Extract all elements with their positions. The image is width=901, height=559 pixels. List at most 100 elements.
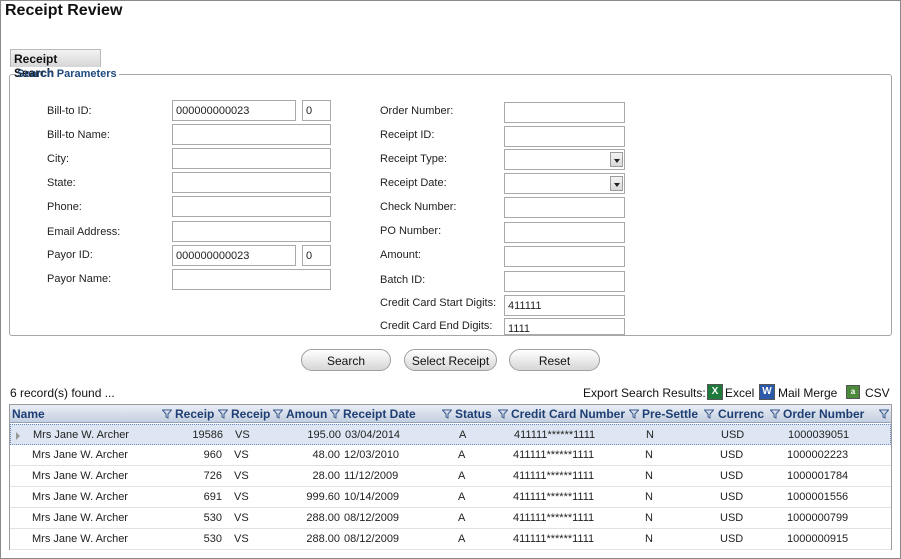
receipt-date-label: Receipt Date: <box>380 177 447 189</box>
phone-label: Phone: <box>47 201 82 213</box>
cell-amount: 28.00 <box>312 470 340 482</box>
export-label: Export Search Results: <box>583 386 706 400</box>
cell-receipt-type: VS <box>234 491 249 503</box>
cell-receipt-date: 03/04/2014 <box>345 429 401 441</box>
filter-icon[interactable] <box>498 409 508 419</box>
filter-icon[interactable] <box>330 409 340 419</box>
phone-input[interactable] <box>172 196 331 217</box>
col-header-receipt-date[interactable]: Receipt Date <box>343 407 438 421</box>
cell-receipt-id: 691 <box>203 491 222 503</box>
col-header-receipt-type[interactable]: Receip <box>231 407 271 421</box>
col-header-currency[interactable]: Currenc <box>718 407 770 421</box>
cell-order-number: 1000039051 <box>788 429 850 441</box>
cell-receipt-type: VS <box>234 512 249 524</box>
city-label: City: <box>47 153 69 165</box>
cell-receipt-id: 960 <box>203 449 222 461</box>
csv-icon[interactable]: a <box>846 385 860 399</box>
cell-pre-settle: N <box>645 533 653 545</box>
results-grid: Name Receip Receip Amoun Receipt Date St… <box>9 404 892 550</box>
cell-credit-card: 411111******1111 <box>513 449 595 461</box>
city-input[interactable] <box>172 148 331 169</box>
cell-receipt-date: 08/12/2009 <box>344 512 400 524</box>
cell-receipt-date: 11/12/2009 <box>344 470 399 482</box>
cell-currency: USD <box>720 533 744 545</box>
cell-order-number: 1000002223 <box>787 449 849 461</box>
col-header-credit-card[interactable]: Credit Card Number <box>511 407 626 421</box>
chevron-down-icon[interactable] <box>610 152 623 167</box>
word-icon[interactable]: W <box>759 384 775 400</box>
order-number-label: Order Number: <box>380 105 454 117</box>
payor-id-sub-input[interactable]: 0 <box>302 245 331 266</box>
col-header-name[interactable]: Name <box>12 407 162 421</box>
table-row[interactable]: Mrs Jane W. Archer 691 VS 999.60 10/14/2… <box>10 487 891 508</box>
payor-name-input[interactable] <box>172 269 331 290</box>
cell-amount: 48.00 <box>312 449 340 461</box>
bill-to-name-input[interactable] <box>172 124 331 145</box>
bill-to-id-input[interactable]: 000000000023 <box>172 100 296 121</box>
table-row[interactable]: Mrs Jane W. Archer 19586 VS 195.00 03/04… <box>10 424 891 445</box>
check-number-input[interactable] <box>504 197 625 218</box>
filter-icon[interactable] <box>629 409 639 419</box>
receipt-date-select[interactable] <box>504 173 625 194</box>
cell-currency: USD <box>720 512 744 524</box>
tab-receipt-search[interactable]: Receipt Search <box>10 49 101 80</box>
filter-icon[interactable] <box>162 409 172 419</box>
table-row[interactable]: Mrs Jane W. Archer 960 VS 48.00 12/03/20… <box>10 445 891 466</box>
email-address-input[interactable] <box>172 221 331 242</box>
cell-amount: 195.00 <box>307 429 341 441</box>
receipt-type-label: Receipt Type: <box>380 153 448 165</box>
state-input[interactable] <box>172 172 331 193</box>
bill-to-name-label: Bill-to Name: <box>47 129 110 141</box>
po-number-label: PO Number: <box>380 225 442 237</box>
cell-receipt-id: 530 <box>203 533 222 545</box>
cell-pre-settle: N <box>645 449 653 461</box>
order-number-input[interactable] <box>504 102 625 123</box>
cc-start-digits-label: Credit Card Start Digits: <box>380 297 497 309</box>
excel-icon[interactable]: X <box>707 384 723 400</box>
cell-order-number: 1000000915 <box>787 533 849 545</box>
chevron-down-icon[interactable] <box>610 176 623 191</box>
cc-end-digits-input[interactable]: 1111 <box>504 318 625 335</box>
col-header-amount[interactable]: Amoun <box>286 407 328 421</box>
export-csv-link[interactable]: CSV <box>865 386 890 400</box>
table-row[interactable]: Mrs Jane W. Archer 726 VS 28.00 11/12/20… <box>10 466 891 487</box>
filter-icon[interactable] <box>770 409 780 419</box>
cc-start-digits-input[interactable]: 411111 <box>504 295 625 316</box>
col-header-order-number[interactable]: Order Number <box>783 407 873 421</box>
cell-name: Mrs Jane W. Archer <box>32 491 128 503</box>
table-row[interactable]: Mrs Jane W. Archer 530 VS 288.00 08/12/2… <box>10 508 891 529</box>
cell-receipt-type: VS <box>234 533 249 545</box>
cell-credit-card: 411111******1111 <box>514 429 596 441</box>
cell-receipt-date: 12/03/2010 <box>344 449 400 461</box>
cell-credit-card: 411111******1111 <box>513 533 595 545</box>
filter-icon[interactable] <box>442 409 452 419</box>
cell-status: A <box>458 533 466 545</box>
state-label: State: <box>47 177 76 189</box>
cell-credit-card: 411111******1111 <box>513 470 595 482</box>
col-header-status[interactable]: Status <box>455 407 495 421</box>
email-address-label: Email Address: <box>47 226 121 238</box>
payor-id-input[interactable]: 000000000023 <box>172 245 296 266</box>
search-button[interactable]: Search <box>301 349 391 371</box>
export-mail-merge-link[interactable]: Mail Merge <box>778 386 837 400</box>
po-number-input[interactable] <box>504 222 625 243</box>
filter-icon[interactable] <box>218 409 228 419</box>
receipt-id-input[interactable] <box>504 126 625 147</box>
batch-id-input[interactable] <box>504 271 625 292</box>
cell-order-number: 1000000799 <box>787 512 849 524</box>
export-excel-link[interactable]: Excel <box>725 386 754 400</box>
bill-to-id-sub-input[interactable]: 0 <box>302 100 331 121</box>
amount-input[interactable] <box>504 246 625 267</box>
cell-order-number: 1000001784 <box>787 470 849 482</box>
cell-credit-card: 411111******1111 <box>513 491 595 503</box>
filter-icon[interactable] <box>879 409 889 419</box>
col-header-pre-settle[interactable]: Pre-Settle <box>642 407 702 421</box>
filter-icon[interactable] <box>704 409 714 419</box>
receipt-type-select[interactable] <box>504 149 625 170</box>
col-header-receipt-id[interactable]: Receip <box>175 407 215 421</box>
reset-button[interactable]: Reset <box>509 349 600 371</box>
grid-header: Name Receip Receip Amoun Receipt Date St… <box>10 405 891 423</box>
table-row[interactable]: Mrs Jane W. Archer 530 VS 288.00 08/12/2… <box>10 529 891 550</box>
filter-icon[interactable] <box>273 409 283 419</box>
select-receipt-button[interactable]: Select Receipt <box>404 349 497 371</box>
